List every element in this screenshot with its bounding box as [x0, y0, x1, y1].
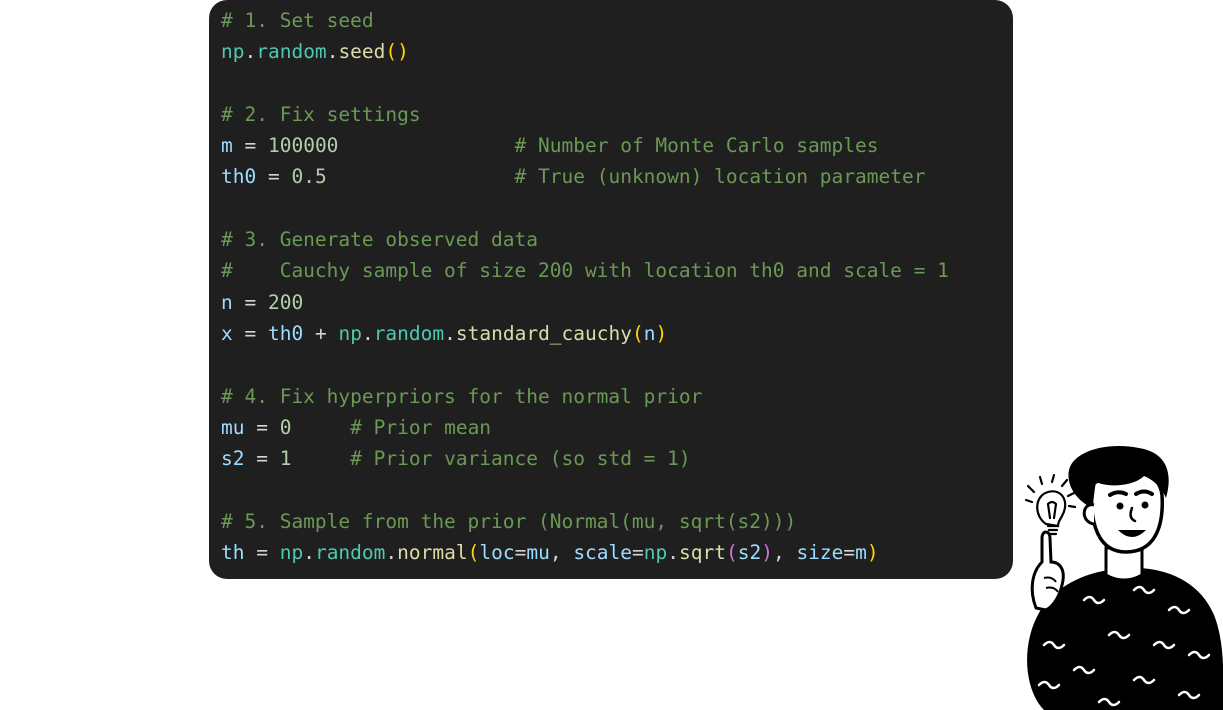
comment: # 1. Set seed	[221, 9, 374, 32]
code-line-11: x = th0 + np.random.standard_cauchy(n)	[221, 318, 949, 349]
module-token: np	[643, 541, 668, 565]
code-editor-panel: # 1. Set seed np.random.seed() # 2. Fix se…	[209, 0, 1013, 579]
bracket-token: )	[761, 541, 773, 565]
eye	[1116, 502, 1124, 510]
number-token: 0.5	[291, 165, 327, 189]
code-line-13: # 4. Fix hyperpriors for the normal prio…	[221, 381, 949, 412]
keyword-arg-token: size	[796, 541, 844, 565]
code-line-18: th = np.random.normal(loc=mu, scale=np.s…	[221, 537, 949, 568]
function-token: seed	[338, 40, 386, 64]
operator-token: =	[244, 415, 280, 439]
module-token: np	[338, 321, 362, 345]
operator-token: =	[843, 541, 856, 565]
operator-token: .	[385, 541, 398, 565]
operator-token: =	[232, 321, 268, 345]
operator-token: .	[361, 321, 374, 345]
variable-token: th0	[221, 165, 257, 189]
operator-token: =	[244, 541, 280, 565]
operator-token: =	[514, 541, 527, 565]
bracket-token: (	[725, 541, 738, 565]
operator-token: =	[232, 134, 268, 158]
attribute-token: random	[373, 321, 445, 345]
operator-token: +	[303, 321, 339, 345]
ear	[1082, 503, 1095, 526]
separator-token: ,	[549, 541, 574, 565]
number-token: 1	[279, 447, 292, 471]
variable-token: mu	[526, 541, 550, 565]
operator-token: =	[632, 541, 644, 565]
number-token: 0	[279, 415, 292, 439]
operator-token: =	[232, 290, 268, 314]
comment: # Prior variance (so std = 1)	[350, 447, 691, 471]
keyword-arg-token: scale	[573, 541, 633, 565]
bracket-token: )	[655, 321, 668, 345]
code-line-8: # 3. Generate observed data	[221, 224, 949, 255]
bracket-token: )	[397, 40, 409, 64]
module-token: np	[221, 40, 245, 64]
number-token: 200	[267, 290, 304, 314]
code-line-1: # 1. Set seed	[221, 5, 949, 36]
attribute-token: random	[256, 40, 327, 64]
code-block: # 1. Set seed np.random.seed() # 2. Fix se…	[221, 5, 949, 568]
variable-token: mu	[221, 415, 245, 439]
code-line-10: n = 200	[221, 287, 949, 318]
operator-token: =	[244, 447, 280, 471]
variable-token: m	[221, 134, 233, 158]
module-token: np	[279, 541, 304, 565]
operator-token: .	[444, 321, 456, 345]
code-line-2: np.random.seed()	[221, 36, 949, 67]
code-line-4: # 2. Fix settings	[221, 99, 949, 130]
lightbulb-icon	[1024, 473, 1077, 536]
code-line-5: m = 100000 # Number of Monte Carlo sampl…	[221, 130, 949, 161]
operator-token: .	[244, 40, 257, 64]
comment: # 2. Fix settings	[221, 102, 421, 126]
variable-token: n	[643, 321, 656, 345]
code-line-15: s2 = 1 # Prior variance (so std = 1)	[221, 443, 949, 474]
raised-hand	[1030, 530, 1065, 612]
function-token: standard_cauchy	[455, 321, 632, 345]
operator-token: =	[256, 165, 292, 189]
code-line-9: # Cauchy sample of size 200 with locatio…	[221, 255, 949, 286]
bracket-token: (	[385, 40, 398, 64]
variable-token: th	[221, 541, 245, 565]
comment: # Prior mean	[350, 415, 492, 439]
code-line-6: th0 = 0.5 # True (unknown) location para…	[221, 161, 949, 192]
code-line-17: # 5. Sample from the prior (Normal(mu, s…	[221, 506, 949, 537]
bracket-token: (	[467, 541, 480, 565]
keyword-arg-token: loc	[479, 541, 515, 565]
variable-token: x	[221, 321, 233, 345]
function-token: sqrt	[679, 541, 726, 565]
comment: # True (unknown) location parameter	[514, 165, 926, 189]
comment: # 5. Sample from the prior (Normal(mu, s…	[221, 509, 797, 533]
bracket-token: )	[866, 541, 879, 565]
bracket-token: (	[632, 321, 644, 345]
comment: # 3. Generate observed data	[221, 228, 538, 252]
operator-token: .	[667, 541, 679, 565]
attribute-token: random	[314, 541, 386, 565]
variable-token: th0	[267, 321, 304, 345]
person-lightbulb-illustration	[1024, 446, 1223, 710]
variable-token: n	[221, 290, 233, 314]
variable-token: s2	[221, 447, 245, 471]
operator-token: .	[326, 40, 339, 64]
variable-token: m	[855, 541, 867, 565]
comment: # Cauchy sample of size 200 with locatio…	[221, 259, 949, 283]
function-token: normal	[397, 541, 468, 565]
separator-token: ,	[772, 541, 797, 565]
comment: # Number of Monte Carlo samples	[514, 134, 879, 158]
operator-token: .	[303, 541, 315, 565]
code-line-14: mu = 0 # Prior mean	[221, 412, 949, 443]
eye	[1141, 501, 1149, 509]
comment: # 4. Fix hyperpriors for the normal prio…	[221, 384, 703, 408]
number-token: 100000	[267, 134, 339, 158]
variable-token: s2	[737, 541, 762, 565]
